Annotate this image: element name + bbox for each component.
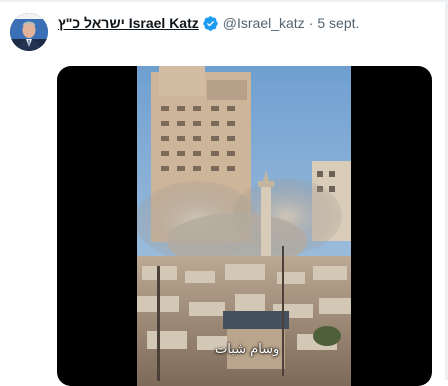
avatar-image [10,13,48,51]
author-name[interactable]: ישראל כ"ץ Israel Katz [58,13,199,33]
video-player[interactable]: وسام شبات [57,66,432,386]
video-frame [137,66,351,386]
separator-dot: · [308,15,314,31]
video-caption: وسام شبات [215,342,280,357]
author-handle[interactable]: @Israel_katz [223,13,305,33]
tweet-header: ישראל כ"ץ Israel Katz @Israel_katz · 5 s… [58,13,359,33]
tweet-date[interactable]: 5 sept. [317,13,359,33]
verified-badge-icon[interactable] [202,15,219,32]
avatar[interactable] [10,13,48,51]
top-border [0,0,448,2]
